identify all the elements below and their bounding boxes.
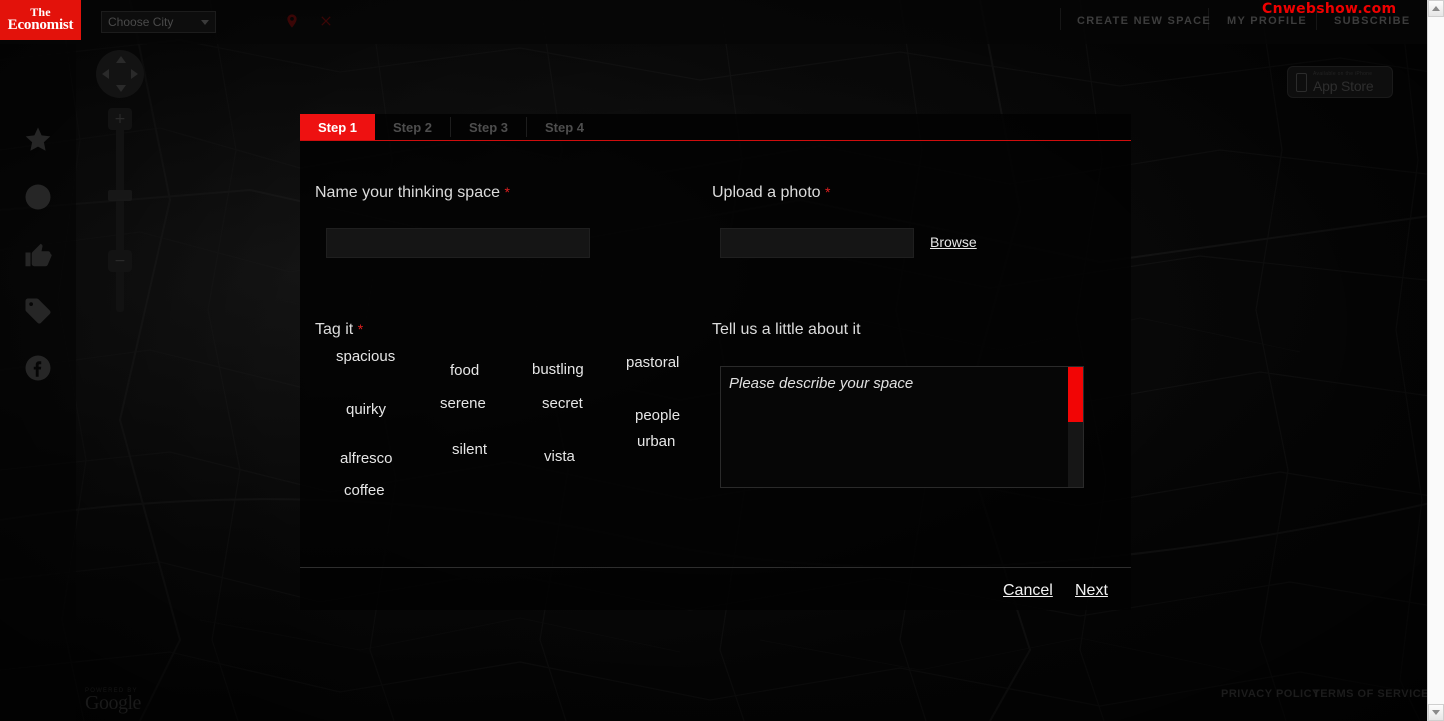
name-input[interactable] (326, 228, 590, 258)
sidebar-rail (0, 44, 76, 721)
required-asterisk: * (504, 184, 510, 200)
scrollbar-track[interactable] (1428, 17, 1444, 704)
clock-icon (25, 184, 51, 210)
facebook-icon (25, 355, 51, 381)
logo-line-2: Economist (7, 17, 74, 34)
required-asterisk: * (357, 321, 364, 337)
sidebar-item-facebook[interactable] (21, 351, 55, 385)
browse-button[interactable]: Browse (930, 234, 977, 250)
tab-step-3[interactable]: Step 3 (451, 114, 526, 140)
iphone-icon (1296, 72, 1307, 92)
required-asterisk: * (824, 184, 831, 200)
tag-option-coffee[interactable]: coffee (344, 482, 385, 499)
tabs-underline (300, 140, 1131, 141)
about-scrollbar[interactable] (1068, 367, 1083, 487)
tab-step-4[interactable]: Step 4 (527, 114, 602, 140)
step-tabs: Step 1 Step 2 Step 3 Step 4 (300, 114, 602, 140)
sidebar-item-recent[interactable] (21, 180, 55, 214)
thumbs-up-icon (25, 243, 52, 267)
tag-option-food[interactable]: food (450, 362, 479, 379)
next-button[interactable]: Next (1075, 582, 1108, 600)
star-icon (25, 127, 51, 151)
panel-divider (300, 567, 1131, 568)
app-store-label: App Store (1313, 77, 1374, 94)
tag-icon (25, 298, 51, 324)
zoom-in-button[interactable]: + (108, 108, 132, 130)
photo-input[interactable] (720, 228, 914, 258)
about-placeholder: Please describe your space (729, 375, 914, 392)
city-select-value: Choose City (108, 15, 174, 29)
zoom-slider-thumb[interactable] (108, 190, 132, 201)
app-root: + − Available on the iPhone App Store Th… (0, 0, 1444, 721)
photo-field-label: Upload a photo * (712, 184, 830, 202)
tag-option-people[interactable]: people (635, 407, 680, 424)
nav-divider (1060, 8, 1061, 30)
terms-of-service-link[interactable]: TERMS OF SERVICE (1313, 688, 1429, 700)
sidebar-item-likes[interactable] (21, 238, 55, 272)
pan-right-icon[interactable] (131, 69, 138, 79)
map-pin-icon[interactable] (284, 13, 302, 31)
tag-option-vista[interactable]: vista (544, 448, 575, 465)
chevron-down-icon (201, 19, 209, 25)
tag-option-serene[interactable]: serene (440, 395, 486, 412)
top-navigation-bar: The Economist Choose City CREATE NEW SPA… (0, 0, 1444, 44)
pan-down-icon[interactable] (116, 85, 126, 92)
tag-label-text: Tag it (315, 321, 354, 338)
privacy-policy-link[interactable]: PRIVACY POLICY (1221, 688, 1320, 700)
scrollbar-down-button[interactable] (1428, 704, 1444, 721)
tag-option-pastoral[interactable]: pastoral (626, 354, 679, 371)
tag-option-silent[interactable]: silent (452, 441, 487, 458)
tag-option-secret[interactable]: secret (542, 395, 583, 412)
browser-scrollbar[interactable] (1427, 0, 1444, 721)
map-pan-control[interactable] (96, 50, 144, 98)
tag-option-bustling[interactable]: bustling (532, 361, 584, 378)
tag-option-spacious[interactable]: spacious (336, 348, 395, 365)
site-watermark: Cnwebshow.com (1262, 1, 1397, 17)
about-scrollbar-thumb[interactable] (1068, 367, 1083, 422)
scrollbar-up-button[interactable] (1428, 0, 1444, 17)
tag-option-alfresco[interactable]: alfresco (340, 450, 393, 467)
tab-step-1[interactable]: Step 1 (300, 114, 375, 140)
app-store-small-label: Available on the iPhone (1313, 70, 1373, 77)
sidebar-item-favorites[interactable] (21, 123, 55, 157)
tag-cloud: spacious food bustling pastoral quirky serene… (300, 344, 700, 544)
close-icon[interactable] (318, 13, 336, 31)
google-attribution: POWERED BY Google (85, 688, 141, 713)
create-space-panel: Step 1 Step 2 Step 3 Step 4 Name your th… (300, 114, 1131, 610)
app-store-text: Available on the iPhone App Store (1313, 70, 1374, 94)
photo-label-text: Upload a photo (712, 184, 821, 201)
name-label-text: Name your thinking space (315, 184, 500, 201)
economist-logo[interactable]: The Economist (0, 0, 81, 40)
tab-step-2[interactable]: Step 2 (375, 114, 450, 140)
tag-option-quirky[interactable]: quirky (346, 401, 386, 418)
pan-left-icon[interactable] (102, 69, 109, 79)
name-field-label: Name your thinking space * (315, 184, 510, 202)
about-field-label: Tell us a little about it (712, 321, 861, 338)
google-logo: Google (85, 692, 141, 714)
tag-option-urban[interactable]: urban (637, 433, 675, 450)
about-textarea[interactable]: Please describe your space (720, 366, 1084, 488)
nav-create-new-space[interactable]: CREATE NEW SPACE (1077, 15, 1211, 27)
sidebar-item-tags[interactable] (21, 294, 55, 328)
zoom-out-button[interactable]: − (108, 250, 132, 272)
tag-field-label: Tag it * (315, 321, 363, 339)
chevron-up-icon (1432, 6, 1440, 11)
pan-up-icon[interactable] (116, 56, 126, 63)
app-store-badge[interactable]: Available on the iPhone App Store (1287, 66, 1393, 98)
zoom-slider-track[interactable] (116, 112, 124, 312)
cancel-button[interactable]: Cancel (1003, 582, 1053, 600)
city-select-dropdown[interactable]: Choose City (101, 11, 216, 33)
chevron-down-icon (1432, 710, 1440, 715)
